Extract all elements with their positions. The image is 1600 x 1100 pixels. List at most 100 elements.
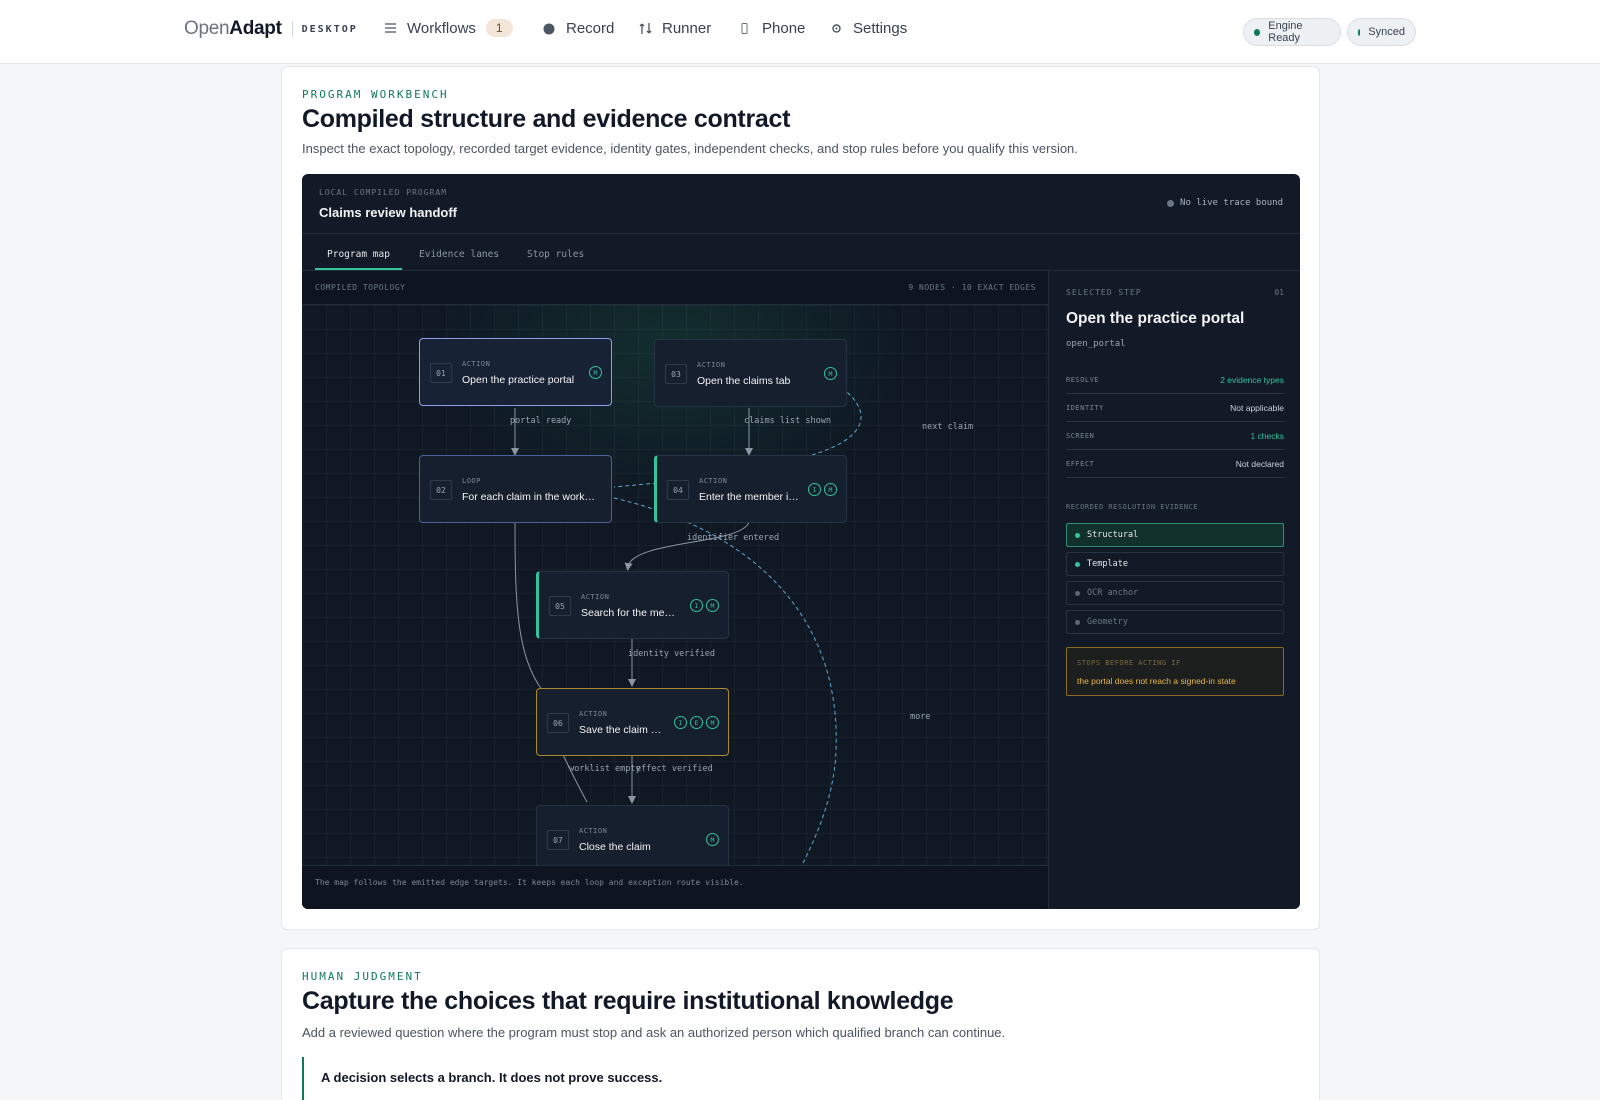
nav-runner-label: Runner (662, 20, 712, 37)
node-number: 04 (667, 480, 689, 500)
stop-rule-box: STOPS BEFORE ACTING IF the portal does n… (1066, 647, 1284, 696)
tab-stop-rules[interactable]: Stop rules (527, 249, 584, 260)
row-key: RESOLVE (1066, 376, 1100, 384)
node-kind: ACTION (579, 710, 608, 718)
node-02-loop[interactable]: 02 LOOP For each claim in the worklist (419, 455, 612, 523)
nav-settings-label: Settings (853, 20, 908, 37)
tab-program-map[interactable]: Program map (327, 249, 390, 260)
nav-settings[interactable]: Settings (829, 20, 907, 37)
brand-open: Open (184, 18, 230, 39)
evidence-dot (1075, 620, 1080, 625)
evidence-structural[interactable]: Structural (1066, 523, 1284, 547)
evidence-label: Geometry (1087, 617, 1128, 627)
node-01[interactable]: 01 ACTION Open the practice portal M (419, 338, 612, 406)
node-badges: M (824, 367, 837, 380)
node-05[interactable]: 05 ACTION Search for the member I M (536, 571, 729, 639)
evidence-label: OCR anchor (1087, 588, 1139, 598)
nav-phone-label: Phone (762, 20, 806, 37)
row-value: 2 evidence types (1220, 375, 1284, 385)
badge-m: M (706, 716, 719, 729)
brand-subtitle: DESKTOP (301, 23, 358, 35)
workbench-tabs: Program map Evidence lanes Stop rules (302, 234, 1300, 271)
top-navigation-bar: Open Adapt DESKTOP Workflows 1 Record Ru… (0, 0, 1600, 64)
nav-workflows-label: Workflows (407, 19, 476, 37)
evidence-dot (1075, 562, 1080, 567)
step-row-screen: SCREEN 1 checks (1066, 422, 1284, 450)
brand-logo[interactable]: Open Adapt DESKTOP (184, 18, 358, 40)
trace-status-label: No live trace bound (1180, 198, 1283, 208)
sync-status-label: Synced (1368, 26, 1405, 38)
engine-status-label: Engine Ready (1268, 20, 1303, 44)
program-name: Claims review handoff (319, 205, 457, 220)
program-eyebrow: LOCAL COMPILED PROGRAM (319, 188, 447, 197)
workbench-eyebrow: PROGRAM WORKBENCH (302, 88, 449, 101)
badge-i: I (690, 599, 703, 612)
compiled-program-panel: LOCAL COMPILED PROGRAM Claims review han… (302, 174, 1300, 909)
workbench-title: Compiled structure and evidence contract (302, 105, 791, 133)
nav-record[interactable]: Record (542, 20, 614, 37)
judgment-description: Add a reviewed question where the progra… (302, 1025, 1006, 1040)
node-number: 06 (547, 713, 569, 733)
program-map: COMPILED TOPOLOGY 9 NODES · 10 EXACT EDG… (302, 271, 1049, 909)
node-number: 05 (549, 596, 571, 616)
tab-evidence-lanes[interactable]: Evidence lanes (419, 249, 499, 260)
node-kind: ACTION (581, 593, 610, 601)
node-04[interactable]: 04 ACTION Enter the member identifier I … (654, 455, 847, 523)
step-row-effect: EFFECT Not declared (1066, 450, 1284, 478)
evidence-label: Structural (1087, 530, 1139, 540)
nav-phone[interactable]: Phone (738, 20, 805, 37)
edge-label-identifier: identifier entered (687, 533, 780, 543)
evidence-template[interactable]: Template (1066, 552, 1284, 576)
node-badges: M (589, 366, 602, 379)
node-06[interactable]: 06 ACTION Save the claim review I E M (536, 688, 729, 756)
human-judgment-card: HUMAN JUDGMENT Capture the choices that … (281, 948, 1320, 1100)
node-07[interactable]: 07 ACTION Close the claim M (536, 805, 729, 873)
edge-04-05 (624, 521, 750, 571)
node-number: 03 (665, 364, 687, 384)
topology-label: COMPILED TOPOLOGY (315, 283, 406, 292)
badge-m: M (706, 599, 719, 612)
row-value: Not applicable (1230, 403, 1284, 413)
map-canvas[interactable]: portal ready claims list shown next clai… (302, 305, 1048, 873)
node-badges: I M (808, 483, 837, 496)
selected-step-number: 01 (1274, 288, 1284, 297)
workflows-count-badge: 1 (485, 19, 513, 37)
badge-i: I (808, 483, 821, 496)
node-label: For each claim in the worklist (462, 491, 597, 503)
selected-step-eyebrow: SELECTED STEP (1066, 288, 1142, 297)
step-row-identity: IDENTITY Not applicable (1066, 394, 1284, 422)
stop-rule-label: STOPS BEFORE ACTING IF (1077, 659, 1181, 667)
topology-header: COMPILED TOPOLOGY 9 NODES · 10 EXACT EDG… (302, 271, 1048, 305)
map-footer: The map follows the emitted edge targets… (302, 865, 1048, 909)
badge-e: E (690, 716, 703, 729)
node-03[interactable]: 03 ACTION Open the claims tab M (654, 339, 847, 407)
list-icon (383, 21, 397, 35)
evidence-ocr-anchor[interactable]: OCR anchor (1066, 581, 1284, 605)
edge-label-next-claim: next claim (922, 422, 974, 432)
engine-status-pill: Engine Ready (1243, 18, 1341, 46)
node-label: Close the claim (579, 841, 651, 853)
badge-m: M (824, 367, 837, 380)
evidence-eyebrow: RECORDED RESOLUTION EVIDENCE (1066, 503, 1199, 511)
edge-label-more: more (910, 712, 931, 722)
selected-step-title: Open the practice portal (1066, 310, 1245, 327)
node-label: Open the practice portal (462, 374, 575, 386)
callout-title: A decision selects a branch. It does not… (321, 1070, 663, 1085)
nav-runner[interactable]: Runner (638, 20, 711, 37)
topology-summary: 9 NODES · 10 EXACT EDGES (908, 283, 1036, 292)
evidence-dot (1075, 533, 1080, 538)
nav-workflows[interactable]: Workflows 1 (383, 19, 513, 37)
workbench-description: Inspect the exact topology, recorded tar… (302, 141, 1078, 156)
badge-m: M (706, 833, 719, 846)
selected-step-id: open_portal (1066, 339, 1126, 349)
phone-icon (738, 22, 752, 36)
active-tab-indicator (315, 268, 402, 270)
row-value: Not declared (1235, 459, 1284, 469)
evidence-geometry[interactable]: Geometry (1066, 610, 1284, 634)
node-badges: I E M (674, 716, 719, 729)
evidence-dot (1075, 591, 1080, 596)
row-key: SCREEN (1066, 432, 1095, 440)
program-header: LOCAL COMPILED PROGRAM Claims review han… (302, 174, 1300, 234)
edge-label-worklist-empty: worklist empty (569, 764, 641, 774)
program-workbench-card: PROGRAM WORKBENCH Compiled structure and… (281, 66, 1320, 930)
